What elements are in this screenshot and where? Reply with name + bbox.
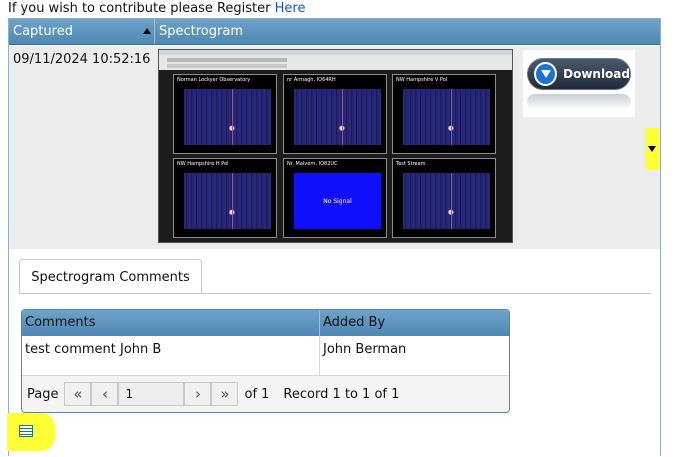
register-link[interactable]: Here [275,1,306,16]
column-header-comments[interactable]: Comments [22,310,320,336]
comments-grid: Comments Added By test comment John B Jo… [21,309,510,413]
row-detail: Spectrogram Comments Comments Added By t… [9,249,660,457]
first-page-icon[interactable]: « [64,382,92,406]
comment-cell: test comment John B [22,336,320,375]
spectrogram-panel: NW Hampshire H Pol [173,158,277,238]
page-count: of 1 [244,386,270,402]
spectrogram-panel: nr Armagh, IO64RH [283,74,387,154]
table-row[interactable]: test comment John B John Berman [22,336,509,376]
register-notice-text: If you wish to contribute please Registe… [8,1,271,16]
spectrogram-panel: Norman Lockyer Observatory [173,74,277,154]
sort-ascending-icon [143,28,151,34]
column-header-added-by[interactable]: Added By [320,310,385,336]
download-button[interactable]: Download [527,58,631,90]
spectrogram-panel: Nr. Malvern, IO82UC No Signal [283,158,387,238]
table-icon [19,425,33,437]
spectrogram-panel: Test Stream [392,158,496,238]
spectrogram-panel: NW Hampshire V Pol [392,74,496,154]
record-count: Record 1 to 1 of 1 [283,386,400,402]
next-page-icon[interactable]: › [184,382,212,406]
download-arrow-icon [534,62,558,86]
table-view-button[interactable] [7,413,55,451]
download-box: Download [523,50,635,117]
table-row[interactable]: 09/11/2024 10:52:16 Norman Lockyer Obser… [9,46,660,249]
register-notice: If you wish to contribute please Registe… [8,1,306,17]
pager: Page « ‹ 1 › » of 1 Record 1 to 1 of 1 [22,376,509,412]
column-header-spectrogram[interactable]: Spectrogram [155,19,660,44]
spectrogram-grid: Captured Spectrogram 09/11/2024 10:52:16… [8,18,661,457]
page-label: Page [27,386,59,402]
spectrogram-thumbnail[interactable]: Norman Lockyer Observatory nr Armagh, IO… [158,49,513,243]
captured-timestamp: 09/11/2024 10:52:16 [13,52,151,67]
tab-divider [19,293,651,294]
browser-chrome [159,50,512,70]
prev-page-icon[interactable]: ‹ [91,382,119,406]
page-number-input[interactable]: 1 [118,382,185,406]
no-signal-overlay: No Signal [294,173,381,229]
download-reflection [527,94,631,110]
column-header-captured[interactable]: Captured [9,19,155,44]
tab-spectrogram-comments[interactable]: Spectrogram Comments [19,259,202,294]
expand-row-button[interactable] [645,128,660,170]
grid-header: Captured Spectrogram [9,19,660,45]
last-page-icon[interactable]: » [211,382,239,406]
added-by-cell: John Berman [323,342,407,357]
